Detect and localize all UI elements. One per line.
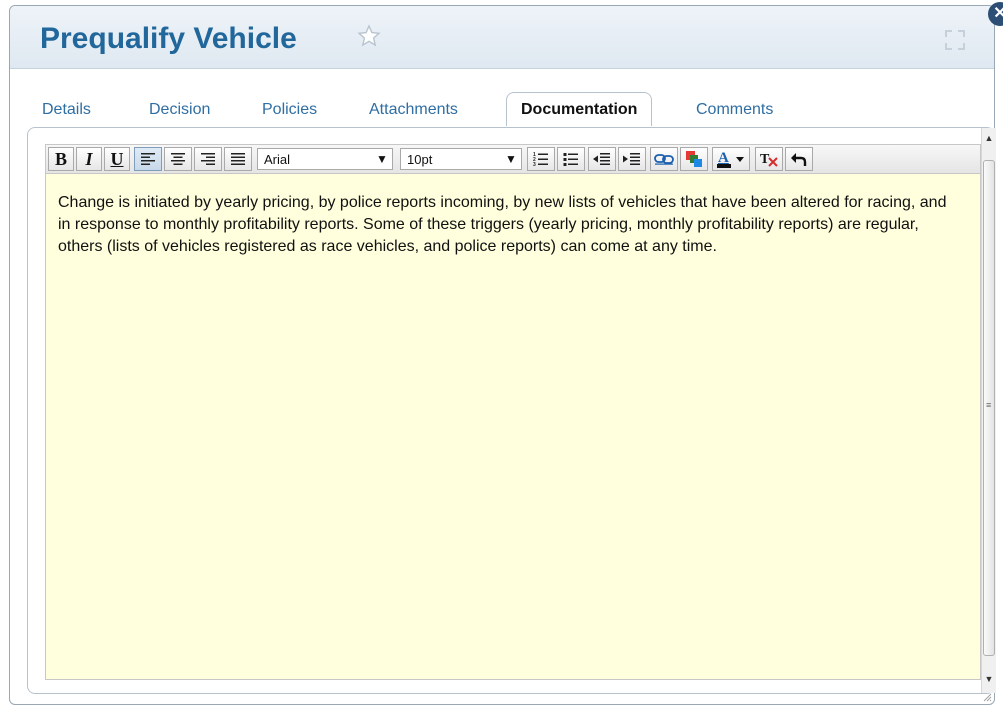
documentation-text-area[interactable]: Change is initiated by yearly pricing, b… <box>45 174 981 680</box>
tab-attachments[interactable]: Attachments <box>369 101 458 119</box>
dialog-title: Prequalify Vehicle <box>40 22 297 55</box>
tab-documentation[interactable]: Documentation <box>506 92 653 126</box>
underline-button[interactable]: U <box>104 147 130 171</box>
chevron-down-icon: ▼ <box>505 152 517 166</box>
resize-handle-icon[interactable] <box>982 692 992 702</box>
svg-text:3: 3 <box>533 162 536 167</box>
numbered-list-icon[interactable]: 123 <box>527 147 555 171</box>
text-color-icon[interactable]: A <box>712 147 750 171</box>
link-icon[interactable] <box>650 147 678 171</box>
outdent-icon[interactable] <box>588 147 616 171</box>
font-size-select[interactable]: 10pt ▼ <box>400 148 522 170</box>
bullet-list-icon[interactable] <box>557 147 585 171</box>
documentation-text: Change is initiated by yearly pricing, b… <box>58 194 947 255</box>
tab-details[interactable]: Details <box>42 101 91 119</box>
font-family-value: Arial <box>264 152 291 167</box>
remove-format-icon[interactable]: T <box>755 147 783 171</box>
favorite-star-icon[interactable] <box>357 24 381 48</box>
background-color-icon[interactable] <box>680 147 708 171</box>
prequalify-dialog: Prequalify Vehicle ✕ Details Decision Po… <box>9 2 1003 705</box>
chevron-down-icon: ▼ <box>376 152 388 166</box>
tab-policies[interactable]: Policies <box>262 101 317 119</box>
undo-icon[interactable] <box>785 147 813 171</box>
bold-button[interactable]: B <box>48 147 74 171</box>
editor-toolbar: B I U Arial ▼ 10pt ▼ 1 2 3 A T <box>45 144 981 174</box>
align-justify-icon[interactable] <box>224 147 252 171</box>
rich-text-editor: B I U Arial ▼ 10pt ▼ 1 2 3 A T Change is… <box>27 127 996 694</box>
maximize-icon[interactable] <box>943 28 967 52</box>
scrollbar-thumb[interactable]: ≡ <box>983 160 995 656</box>
svg-text:A: A <box>718 150 729 166</box>
tab-bar: Details Decision Policies Attachments Do… <box>10 92 994 128</box>
scroll-up-icon[interactable]: ▲ <box>982 130 996 146</box>
align-center-icon[interactable] <box>164 147 192 171</box>
tab-comments[interactable]: Comments <box>696 101 773 119</box>
svg-text:T: T <box>760 152 770 167</box>
align-right-icon[interactable] <box>194 147 222 171</box>
font-family-select[interactable]: Arial ▼ <box>257 148 393 170</box>
scroll-down-icon[interactable]: ▼ <box>982 671 996 687</box>
tab-decision[interactable]: Decision <box>149 101 210 119</box>
font-size-value: 10pt <box>407 152 433 167</box>
vertical-scrollbar[interactable]: ▲ ≡ ▼ <box>981 128 996 693</box>
indent-icon[interactable] <box>618 147 646 171</box>
align-left-icon[interactable] <box>134 147 162 171</box>
dialog-titlebar: Prequalify Vehicle <box>10 6 994 69</box>
italic-button[interactable]: I <box>76 147 102 171</box>
grip-icon: ≡ <box>986 400 992 410</box>
